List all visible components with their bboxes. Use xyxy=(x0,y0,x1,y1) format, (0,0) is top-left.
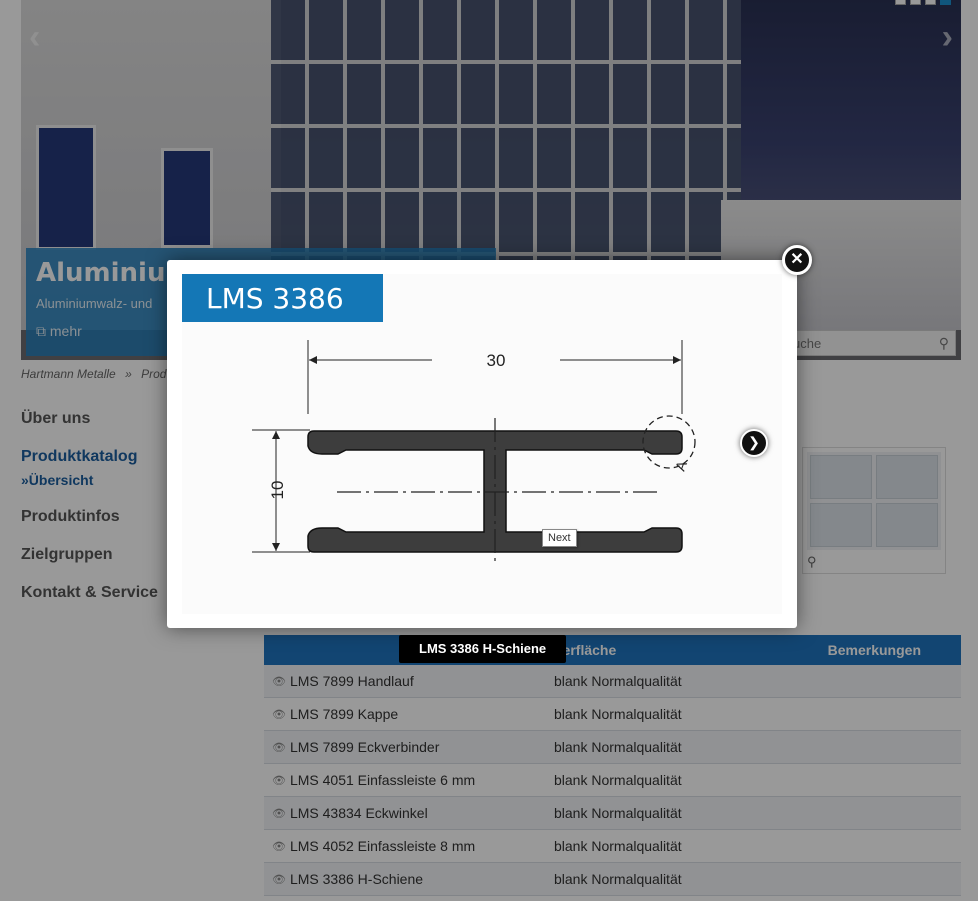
chevron-right-icon[interactable]: ❯ xyxy=(740,429,768,457)
lightbox-caption: LMS 3386 H-Schiene xyxy=(399,635,567,663)
next-tooltip: Next xyxy=(542,529,577,547)
close-icon[interactable]: ✕ xyxy=(782,245,812,275)
lightbox-image: LMS 3386 30 10 A xyxy=(182,274,782,614)
width-dimension-label: 30 xyxy=(487,351,506,370)
lightbox-product-title: LMS 3386 xyxy=(182,274,383,322)
technical-drawing: 30 10 A xyxy=(252,340,696,564)
height-dimension-label: 10 xyxy=(268,481,287,500)
lightbox: LMS 3386 30 10 A xyxy=(167,260,797,628)
